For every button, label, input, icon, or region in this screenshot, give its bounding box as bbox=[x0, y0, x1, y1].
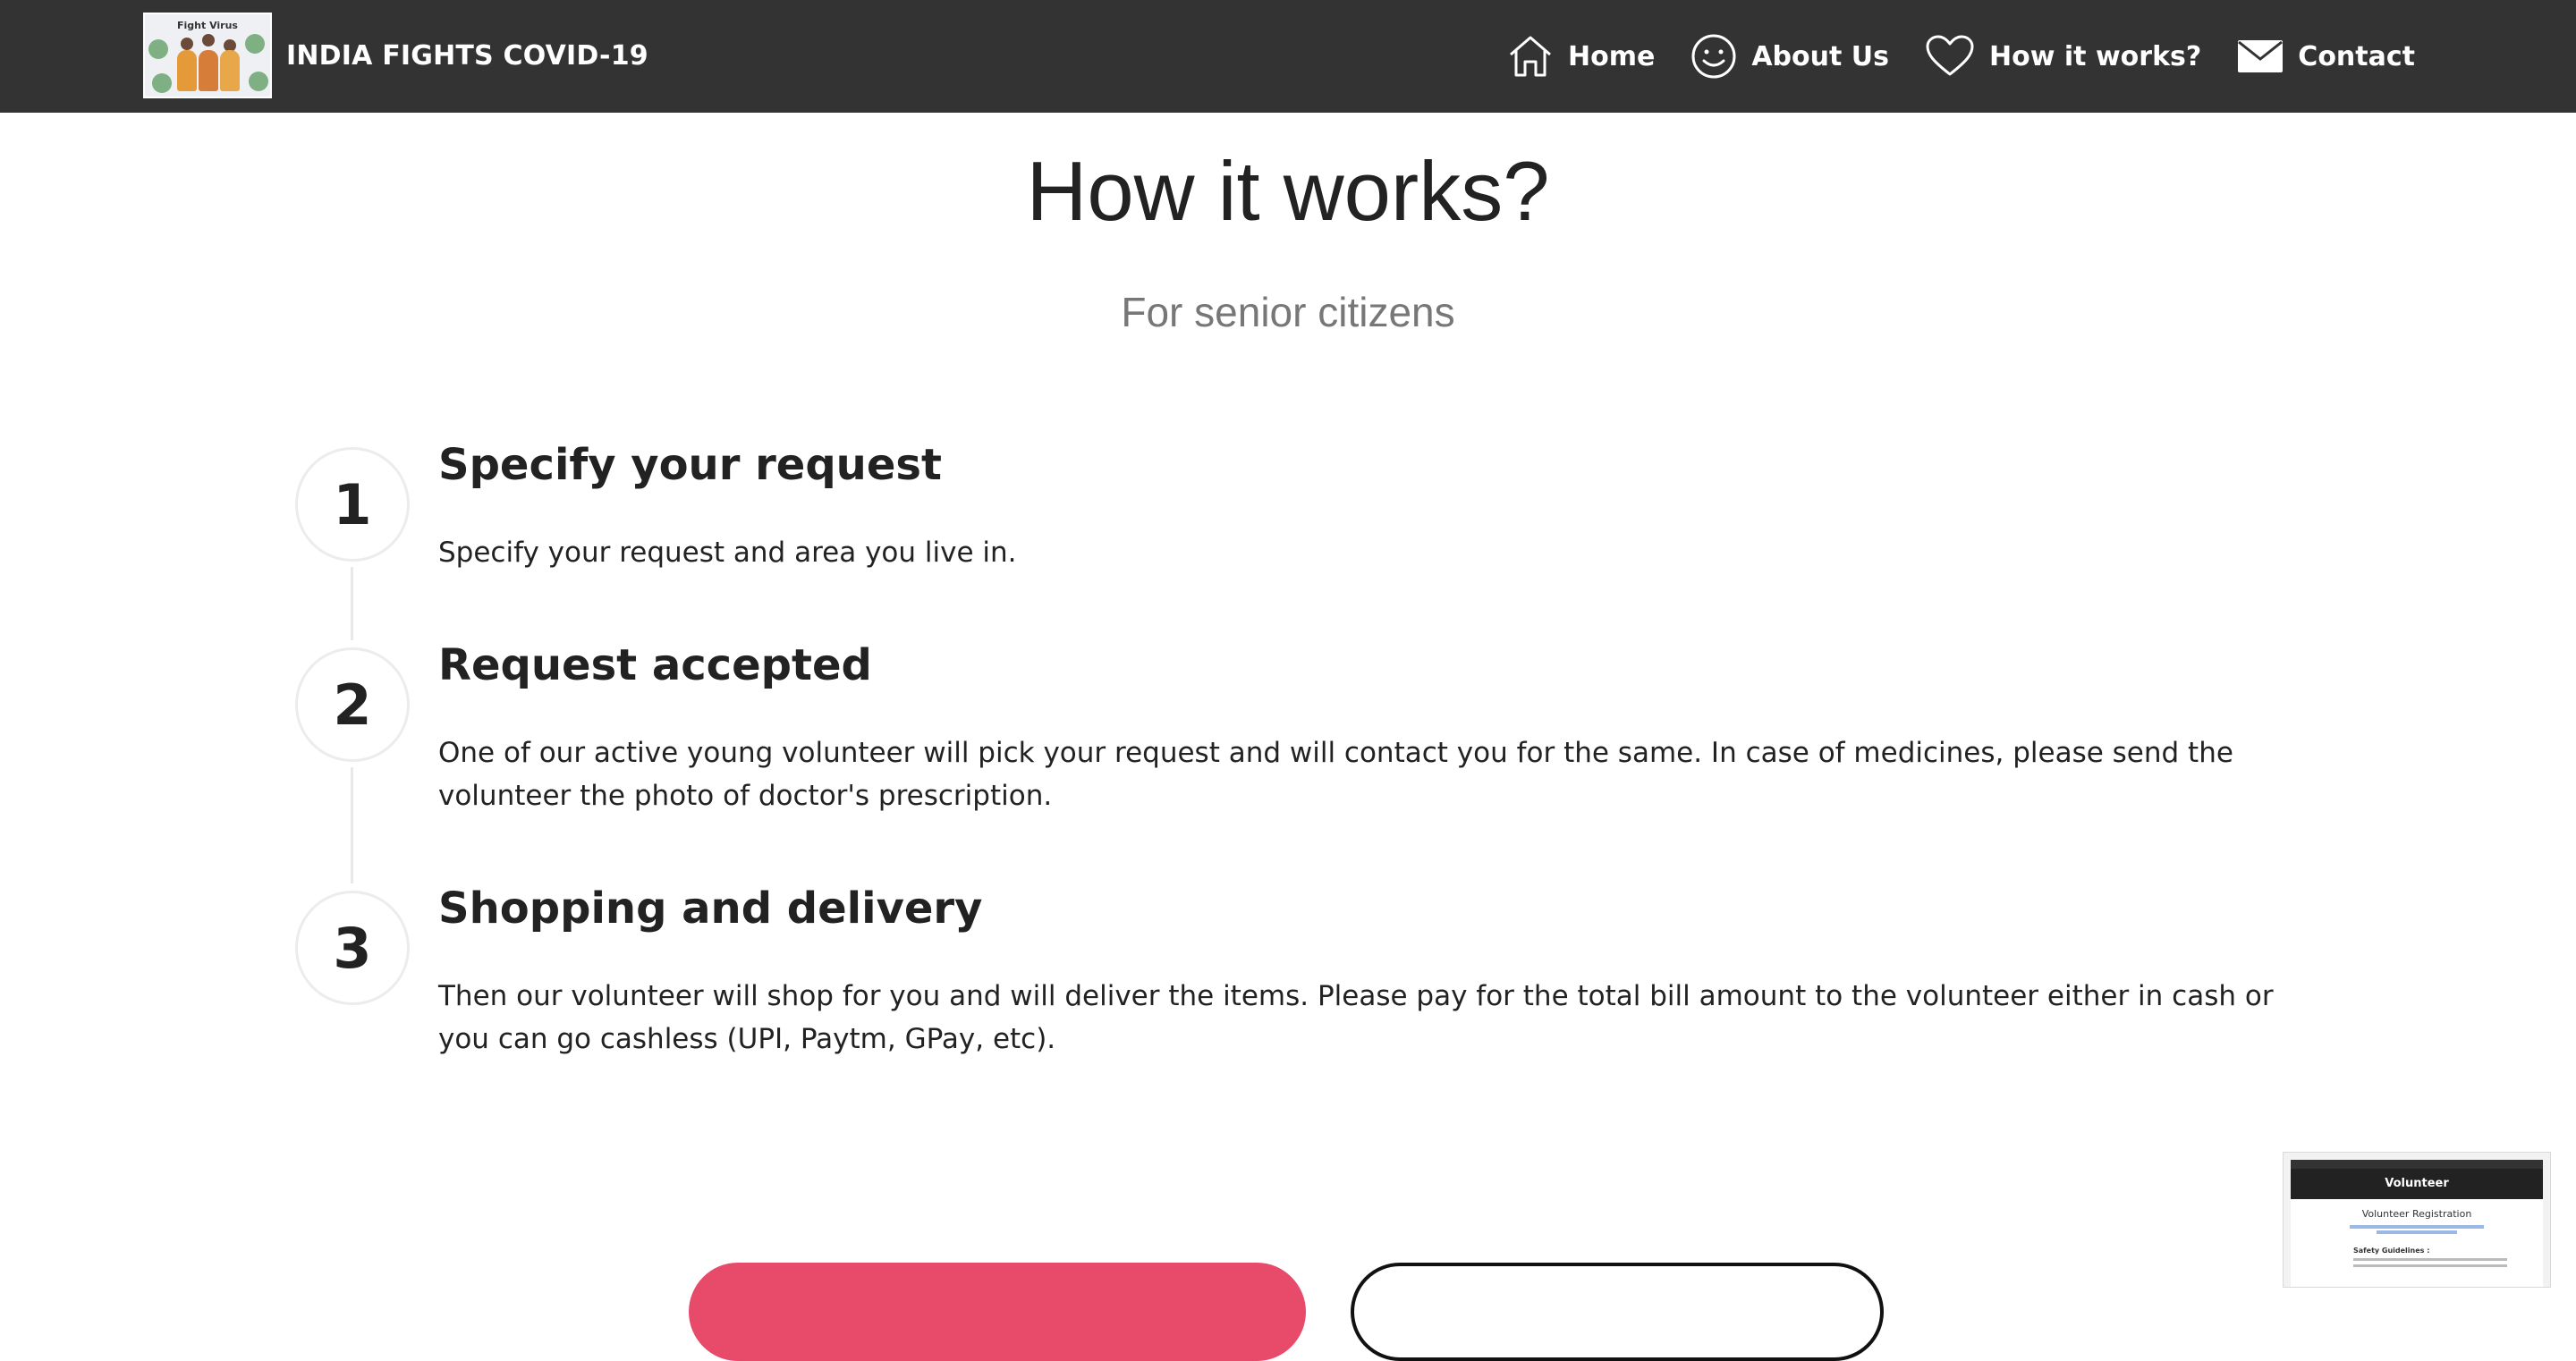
step-title: Shopping and delivery bbox=[438, 883, 983, 934]
step-description: Specify your request and area you live i… bbox=[438, 537, 1017, 569]
nav-item-how-it-works[interactable]: How it works? bbox=[1925, 35, 2201, 78]
thumbnail-banner: Volunteer bbox=[2291, 1169, 2543, 1199]
thumbnail-page: Volunteer Volunteer Registration Safety … bbox=[2291, 1160, 2543, 1287]
secondary-action-button[interactable] bbox=[1351, 1263, 1884, 1361]
nav-item-about-us[interactable]: About Us bbox=[1690, 33, 1889, 80]
nav-item-label: How it works? bbox=[1989, 40, 2202, 72]
nav-item-label: About Us bbox=[1751, 40, 1890, 72]
nav-item-contact[interactable]: Contact bbox=[2237, 39, 2415, 73]
home-icon bbox=[1510, 36, 1551, 77]
heart-icon bbox=[1926, 35, 1974, 76]
thumbnail-link-line bbox=[2350, 1225, 2484, 1229]
thumbnail-section-title: Safety Guidelines : bbox=[2353, 1247, 2430, 1255]
step-description: Then our volunteer will shop for you and… bbox=[438, 980, 2274, 1055]
nav-item-home[interactable]: Home bbox=[1507, 35, 1655, 78]
thumbnail-text-line bbox=[2353, 1258, 2507, 1261]
step-title: Specify your request bbox=[438, 440, 942, 490]
step-connector bbox=[351, 767, 353, 883]
thumbnail-link-line bbox=[2377, 1230, 2457, 1234]
brand[interactable]: Fight Virus INDIA FIGHTS COVID-19 bbox=[143, 13, 648, 98]
step-description: One of our active young volunteer will p… bbox=[438, 737, 2233, 812]
nav-item-label: Home bbox=[1568, 40, 1656, 72]
step-number-badge: 3 bbox=[295, 891, 410, 1005]
navbar: Fight Virus INDIA FIGHTS COVID-19 Home A… bbox=[0, 0, 2576, 113]
step-title: Request accepted bbox=[438, 640, 872, 690]
nav-item-label: Contact bbox=[2298, 40, 2415, 72]
mail-icon bbox=[2238, 40, 2284, 72]
page-title: How it works? bbox=[1026, 144, 1550, 238]
main-nav: Home About Us How it works? Contact bbox=[1471, 0, 2415, 113]
step-number-badge: 1 bbox=[295, 447, 410, 562]
primary-action-button[interactable] bbox=[689, 1263, 1306, 1361]
step-connector bbox=[351, 567, 353, 640]
thumbnail-text-line bbox=[2353, 1264, 2507, 1267]
thumbnail-navbar bbox=[2291, 1160, 2543, 1169]
step-number-badge: 2 bbox=[295, 647, 410, 762]
brand-title[interactable]: INDIA FIGHTS COVID-19 bbox=[286, 40, 648, 72]
thumbnail-heading: Volunteer Registration bbox=[2361, 1208, 2472, 1220]
screenshot-thumbnail[interactable]: Volunteer Volunteer Registration Safety … bbox=[2283, 1152, 2551, 1288]
logo-text: Fight Virus bbox=[177, 20, 238, 31]
brand-logo[interactable]: Fight Virus bbox=[143, 13, 272, 98]
smiley-icon bbox=[1691, 34, 1736, 79]
page-subtitle: For senior citizens bbox=[1121, 289, 1455, 335]
